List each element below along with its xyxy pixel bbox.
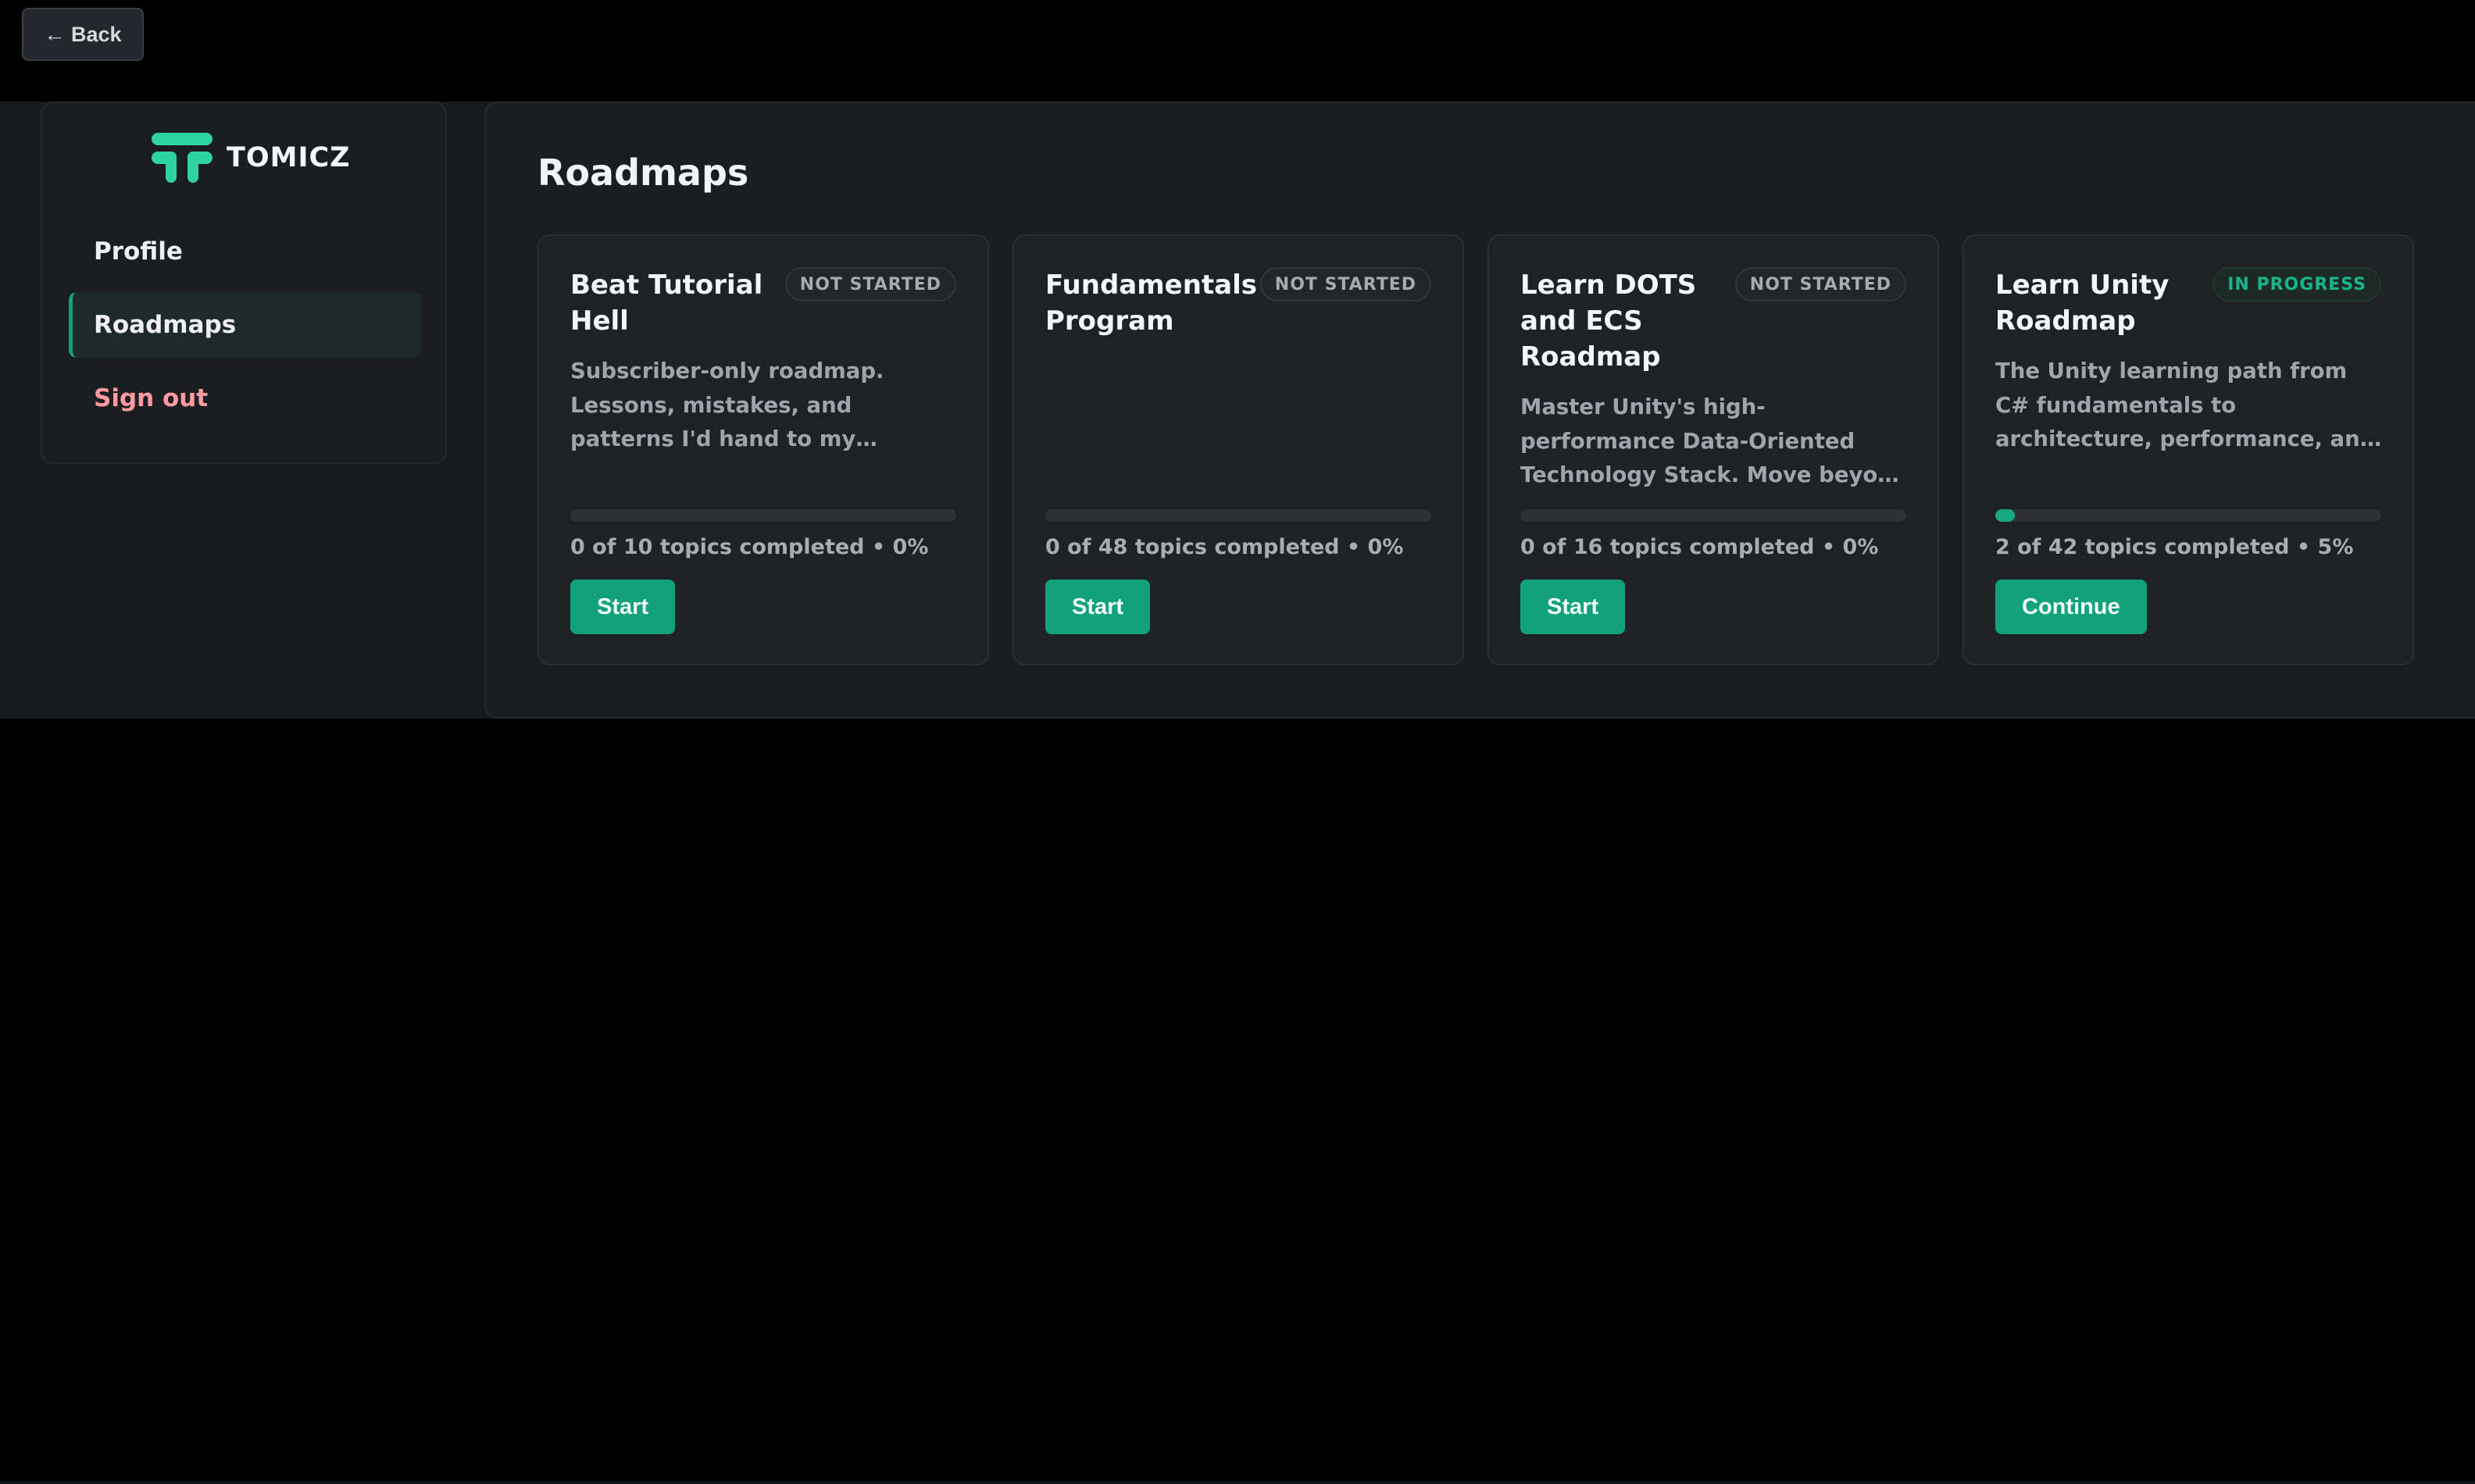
brand-name: TOMICZ <box>227 142 351 173</box>
progress-text: 0 of 10 topics completed • 0% <box>570 535 929 559</box>
sidebar-item-roadmaps[interactable]: Roadmaps <box>69 292 422 358</box>
card-description: Master Unity's high-performance Data-Ori… <box>1520 394 1909 487</box>
card-title: Fundamentals Program <box>1045 269 1258 337</box>
start-button[interactable]: Start <box>570 580 676 634</box>
card-description: Subscriber-only roadmap. Lessons, mistak… <box>570 359 884 451</box>
top-bar: ← Back <box>0 0 2475 102</box>
progress-fill <box>1995 509 2015 522</box>
back-button[interactable]: ← Back <box>22 8 144 61</box>
progress-bar <box>1045 509 1431 522</box>
progress-bar <box>1520 509 1906 522</box>
progress-text: 2 of 42 topics completed • 5% <box>1995 535 2354 559</box>
sidebar: TOMICZ Profile Roadmaps Sign out <box>41 102 447 464</box>
roadmap-card[interactable]: Fundamentals Program NOT STARTED 0 of 48… <box>1012 234 1464 665</box>
progress-text: 0 of 16 topics completed • 0% <box>1520 535 1879 559</box>
card-title: Beat Tutorial Hell <box>570 269 763 337</box>
status-badge: NOT STARTED <box>784 267 956 301</box>
card-title: Learn DOTS and ECS Roadmap <box>1520 269 1697 373</box>
status-badge: IN PROGRESS <box>2212 267 2381 301</box>
sidebar-item-sign-out[interactable]: Sign out <box>69 366 422 431</box>
sidebar-item-profile[interactable]: Profile <box>69 219 422 284</box>
brand-logo[interactable]: TOMICZ <box>152 133 351 183</box>
roadmap-card[interactable]: Learn Unity Roadmap IN PROGRESS The Unit… <box>1962 234 2414 665</box>
status-badge: NOT STARTED <box>1259 267 1431 301</box>
page-title: Roadmaps <box>538 152 749 194</box>
main-panel: Roadmaps Beat Tutorial Hell NOT STARTED … <box>484 102 2475 719</box>
progress-bar <box>570 509 956 522</box>
card-title: Learn Unity Roadmap <box>1995 269 2170 337</box>
progress-bar <box>1995 509 2381 522</box>
bottom-divider <box>0 1481 2475 1484</box>
card-description: The Unity learning path from C# fundamen… <box>1995 359 2376 451</box>
continue-button[interactable]: Continue <box>1995 580 2147 634</box>
roadmap-card[interactable]: Beat Tutorial Hell NOT STARTED Subscribe… <box>538 234 989 665</box>
start-button[interactable]: Start <box>1520 580 1626 634</box>
tomicz-logo-icon <box>152 133 212 183</box>
roadmap-card[interactable]: Learn DOTS and ECS Roadmap NOT STARTED M… <box>1488 234 1939 665</box>
start-button[interactable]: Start <box>1045 580 1151 634</box>
progress-text: 0 of 48 topics completed • 0% <box>1045 535 1404 559</box>
status-badge: NOT STARTED <box>1734 267 1906 301</box>
